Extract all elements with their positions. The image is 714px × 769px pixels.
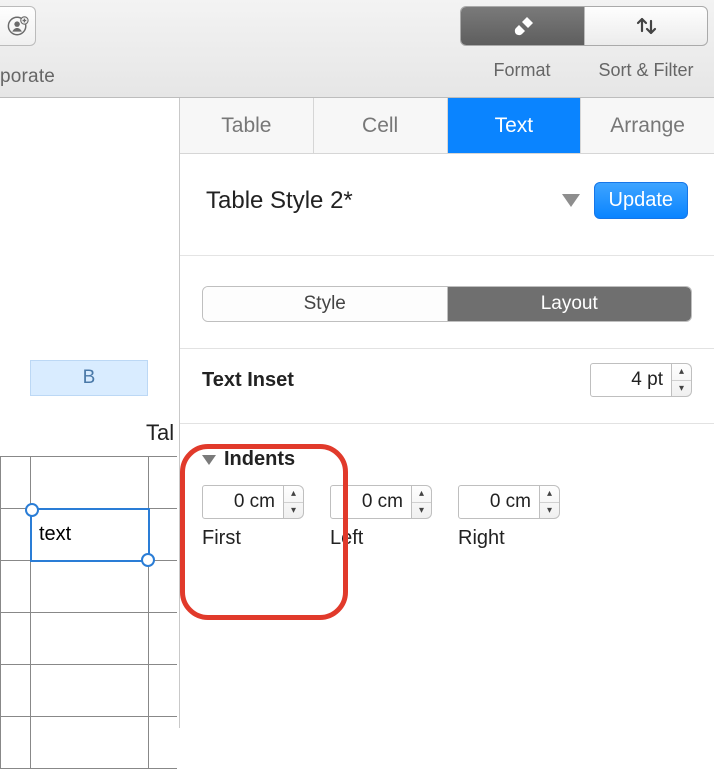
indent-left-input[interactable]: [330, 485, 412, 519]
format-button[interactable]: [461, 7, 584, 45]
indents-section: Indents ▴ ▾ First: [180, 424, 714, 550]
indent-first-stepper[interactable]: ▴ ▾: [284, 485, 304, 519]
stepper-up-icon[interactable]: ▴: [672, 364, 691, 380]
text-inset-stepper[interactable]: ▴ ▾: [672, 363, 692, 397]
sort-filter-label: Sort & Filter: [584, 60, 708, 81]
stepper-down-icon[interactable]: ▾: [284, 502, 303, 519]
update-style-button[interactable]: Update: [594, 182, 689, 219]
toolbar-right-segmented: [460, 6, 708, 46]
toolbar-right-labels: Format Sort & Filter: [460, 60, 708, 81]
canvas-area[interactable]: B Tal text: [0, 98, 180, 728]
stepper-down-icon[interactable]: ▾: [412, 502, 431, 519]
stepper-down-icon[interactable]: ▾: [672, 380, 691, 397]
paintbrush-icon: [509, 15, 535, 37]
indent-right-stepper[interactable]: ▴ ▾: [540, 485, 560, 519]
indent-left-stepper[interactable]: ▴ ▾: [412, 485, 432, 519]
indent-left-col: ▴ ▾ Left: [330, 485, 432, 550]
text-inset-label: Text Inset: [202, 369, 294, 392]
text-inset-row: Text Inset ▴ ▾: [180, 349, 714, 397]
indents-label: Indents: [224, 448, 295, 471]
stepper-up-icon[interactable]: ▴: [412, 486, 431, 502]
selected-cell[interactable]: text: [31, 509, 149, 561]
indent-left-caption: Left: [330, 527, 363, 550]
style-layout-segmented: Style Layout: [202, 286, 692, 322]
table-title-fragment: Tal: [146, 420, 174, 446]
indent-right-col: ▴ ▾ Right: [458, 485, 560, 550]
indent-first-input[interactable]: [202, 485, 284, 519]
indent-right-input[interactable]: [458, 485, 540, 519]
sort-arrows-icon: [633, 15, 659, 37]
toolbar: porate Format Sort & Filter: [0, 0, 714, 98]
stepper-down-icon[interactable]: ▾: [540, 502, 559, 519]
indent-first-caption: First: [202, 527, 241, 550]
sort-filter-button[interactable]: [584, 7, 708, 45]
tab-cell[interactable]: Cell: [314, 98, 448, 153]
text-inset-field: ▴ ▾: [590, 363, 692, 397]
share-button[interactable]: [0, 6, 36, 46]
paragraph-style-name[interactable]: Table Style 2*: [206, 187, 353, 215]
seg-layout[interactable]: Layout: [447, 287, 692, 321]
disclosure-triangle-icon: [202, 455, 216, 465]
indent-right-caption: Right: [458, 527, 505, 550]
person-plus-icon: [7, 15, 29, 37]
inspector-tabs: Table Cell Text Arrange: [180, 98, 714, 154]
style-dropdown-chevron-icon[interactable]: [562, 194, 580, 207]
table-fragment[interactable]: text: [0, 456, 177, 769]
indents-disclosure[interactable]: Indents: [202, 448, 692, 471]
column-header-b[interactable]: B: [30, 360, 148, 396]
tab-text[interactable]: Text: [448, 98, 582, 153]
format-label: Format: [460, 60, 584, 81]
style-row: Table Style 2* Update: [206, 182, 688, 219]
text-inset-input[interactable]: [590, 363, 672, 397]
tab-table[interactable]: Table: [180, 98, 314, 153]
stepper-up-icon[interactable]: ▴: [284, 486, 303, 502]
inspector-panel: Table Cell Text Arrange Table Style 2* U…: [180, 98, 714, 728]
stepper-up-icon[interactable]: ▴: [540, 486, 559, 502]
indent-first-col: ▴ ▾ First: [202, 485, 304, 550]
seg-style[interactable]: Style: [203, 287, 447, 321]
tab-arrange[interactable]: Arrange: [581, 98, 714, 153]
toolbar-left-label-fragment: porate: [0, 66, 55, 88]
